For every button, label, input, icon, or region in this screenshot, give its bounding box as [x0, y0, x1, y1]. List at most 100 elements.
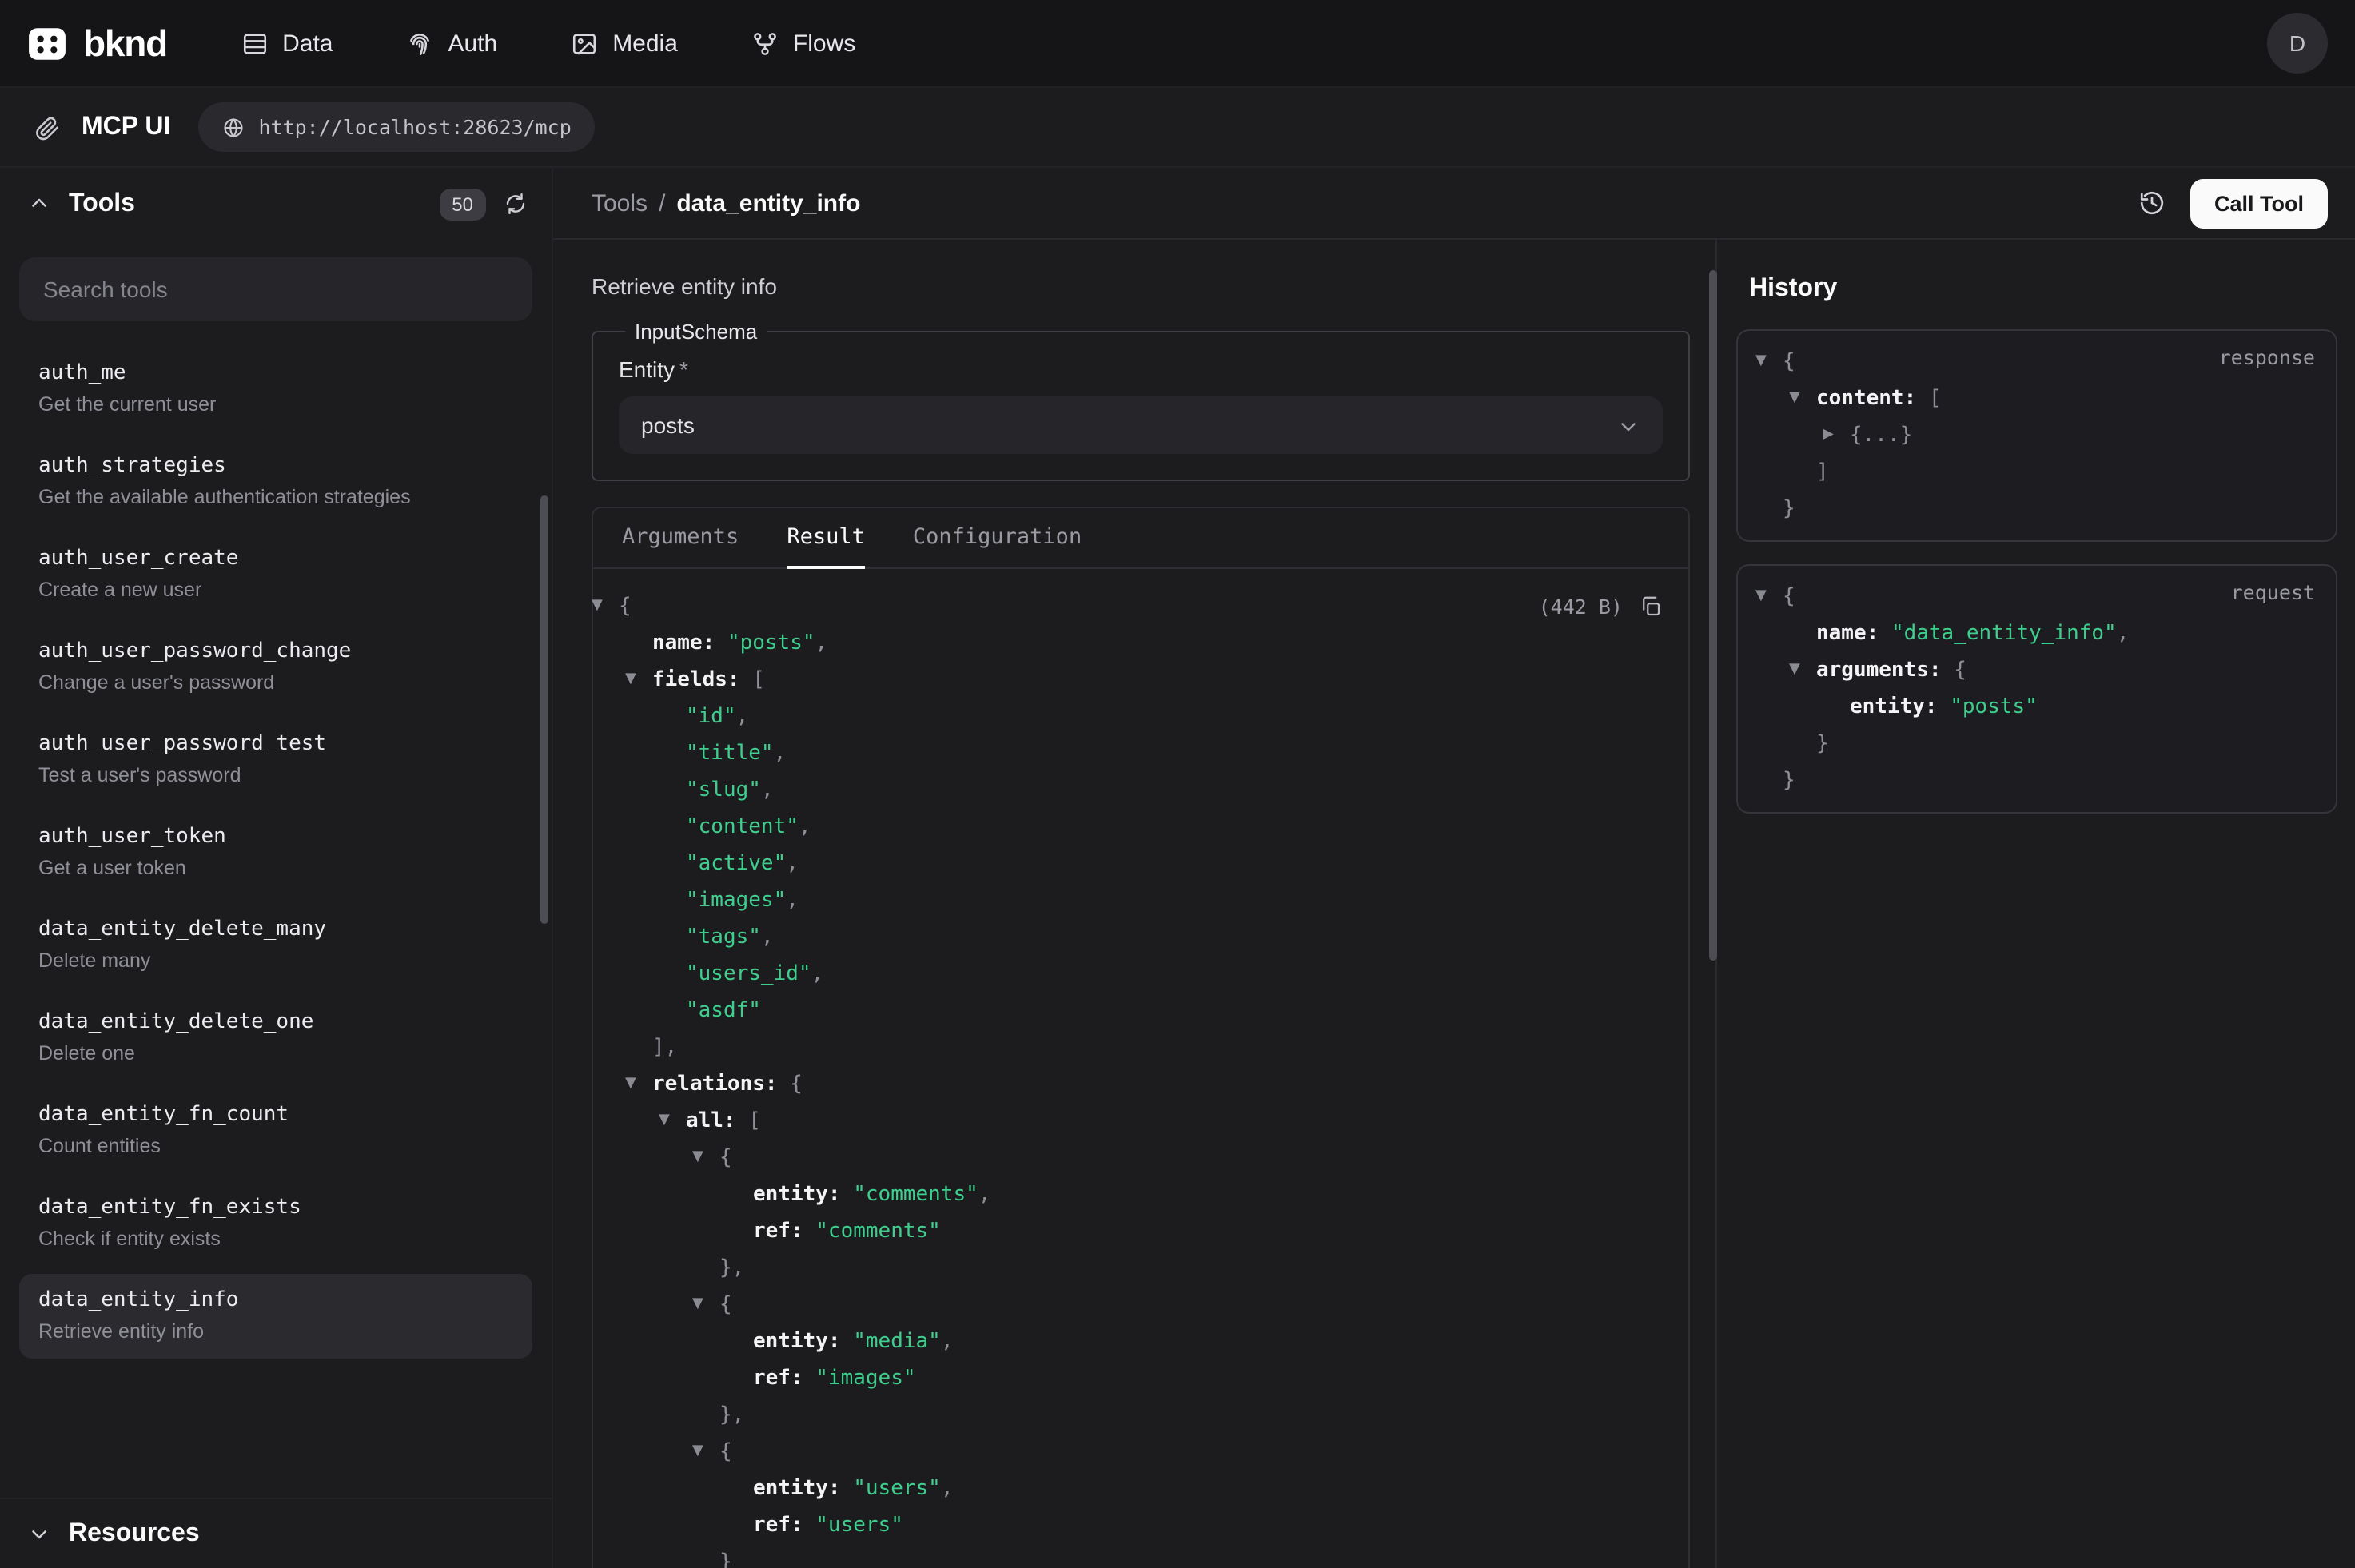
history-icon[interactable]	[2138, 189, 2166, 217]
json-token: ,	[736, 698, 749, 735]
expand-icon[interactable]: ▶	[1823, 417, 1850, 454]
json-token: ref:	[753, 1213, 815, 1250]
tool-item-description: Change a user's password	[38, 671, 513, 694]
result-tabs: Arguments Result Configuration	[593, 508, 1688, 569]
json-line: ▼relations: {	[593, 1066, 1663, 1103]
json-token: }	[719, 1544, 732, 1568]
refresh-icon[interactable]	[504, 192, 528, 216]
chevron-up-icon[interactable]	[27, 192, 51, 216]
nav-item-flows[interactable]: Flows	[751, 30, 855, 57]
tool-item-auth_user_password_test[interactable]: auth_user_password_testTest a user's pas…	[19, 718, 532, 802]
result-panel: ArgumentsResultConfiguration ▼{(442 B)na…	[592, 507, 1690, 1568]
nav-item-data[interactable]: Data	[241, 30, 333, 57]
json-token: entity:	[753, 1176, 853, 1213]
nav-item-auth[interactable]: Auth	[406, 30, 497, 57]
brand[interactable]: bknd	[27, 22, 167, 65]
json-line: "content",	[593, 809, 1663, 846]
json-line: name: "data_entity_info",	[1757, 615, 2317, 652]
image-icon	[571, 30, 598, 57]
json-token: {	[719, 1434, 732, 1470]
tool-item-name: data_entity_fn_count	[38, 1103, 513, 1127]
tool-item-description: Get a user token	[38, 857, 513, 879]
tool-item-auth_me[interactable]: auth_meGet the current user	[19, 347, 532, 432]
tab-arguments[interactable]: Arguments	[622, 508, 739, 569]
tool-item-data_entity_fn_count[interactable]: data_entity_fn_countCount entities	[19, 1088, 532, 1173]
tool-item-auth_user_token[interactable]: auth_user_token Get a user token	[19, 810, 532, 895]
fingerprint-icon	[406, 30, 433, 57]
collapse-icon[interactable]: ▼	[1755, 344, 1783, 380]
nav-item-media[interactable]: Media	[571, 30, 678, 57]
json-token: ,	[815, 625, 828, 662]
json-token: "users_id"	[686, 956, 811, 993]
collapse-icon[interactable]: ▼	[1789, 380, 1816, 417]
user-avatar[interactable]: D	[2267, 13, 2328, 74]
json-token: "posts"	[727, 625, 815, 662]
tools-section-header: Tools 50	[0, 168, 552, 240]
json-line: name: "posts",	[593, 625, 1663, 662]
mcp-ui-app: bknd DataAuthMediaFlows D MCP UI http://…	[0, 0, 2355, 1568]
main-scrollbar[interactable]	[1709, 270, 1717, 961]
history-entry-type: request	[2231, 580, 2315, 604]
collapse-icon[interactable]: ▼	[625, 1066, 652, 1103]
json-token: [	[752, 662, 765, 698]
tool-item-auth_user_create[interactable]: auth_user_createCreate a new user	[19, 532, 532, 617]
history-entry-response[interactable]: response▼{▼content: [▶{...}]}	[1736, 329, 2337, 542]
tool-item-name: auth_strategies	[38, 454, 513, 478]
history-title: History	[1749, 275, 2337, 304]
tool-list: auth_meGet the current userauth_strategi…	[0, 331, 552, 1498]
json-token: {	[1783, 344, 1795, 380]
tool-item-data_entity_fn_exists[interactable]: data_entity_fn_existsCheck if entity exi…	[19, 1181, 532, 1266]
json-token: ,	[774, 735, 787, 772]
json-token: entity:	[753, 1323, 853, 1360]
json-token: }	[1816, 726, 1829, 762]
json-line: "users_id",	[593, 956, 1663, 993]
history-entry-request[interactable]: request▼{name: "data_entity_info",▼argum…	[1736, 564, 2337, 814]
globe-icon	[221, 116, 244, 138]
collapse-icon[interactable]: ▼	[625, 662, 652, 698]
json-token: [	[748, 1103, 761, 1140]
tools-sidebar: Tools 50 auth_meGet the current userauth…	[0, 168, 553, 1568]
json-line: ref: "images"	[593, 1360, 1663, 1397]
json-token: name:	[652, 625, 727, 662]
tool-item-data_entity_delete_one[interactable]: data_entity_delete_oneDelete one	[19, 996, 532, 1080]
entity-select[interactable]: posts	[619, 396, 1663, 454]
collapse-icon[interactable]: ▼	[1755, 579, 1783, 615]
nav-items: Data Auth Media Flows	[241, 30, 2267, 57]
result-size: (442 B)	[1539, 588, 1623, 625]
call-tool-button[interactable]: Call Tool	[2190, 178, 2328, 228]
tools-count-badge: 50	[439, 188, 486, 220]
json-line: ▼arguments: {	[1757, 652, 2317, 689]
tool-item-data_entity_delete_many[interactable]: data_entity_delete_manyDelete many	[19, 903, 532, 988]
collapse-icon[interactable]: ▼	[692, 1434, 719, 1470]
tab-configuration[interactable]: Configuration	[913, 508, 1082, 569]
mcp-url-pill[interactable]: http://localhost:28623/mcp	[197, 102, 595, 152]
breadcrumb-current: data_entity_info	[676, 189, 860, 217]
resources-section-header[interactable]: Resources	[0, 1498, 552, 1568]
collapse-icon[interactable]: ▼	[692, 1287, 719, 1323]
json-line: }	[1757, 762, 2317, 799]
history-entry-type: response	[2219, 345, 2315, 369]
json-token: }	[1783, 762, 1795, 799]
tool-item-data_entity_info[interactable]: data_entity_infoRetrieve entity info	[19, 1274, 532, 1359]
collapse-icon[interactable]: ▼	[1789, 652, 1816, 689]
collapse-icon[interactable]: ▼	[692, 1140, 719, 1176]
json-line: ref: "comments"	[593, 1213, 1663, 1250]
json-token: },	[719, 1397, 744, 1434]
tool-item-auth_user_password_change[interactable]: auth_user_password_changeChange a user's…	[19, 625, 532, 710]
json-line: },	[593, 1397, 1663, 1434]
json-token: "slug"	[686, 772, 761, 809]
json-line: ▼content: [	[1757, 380, 2317, 417]
copy-icon[interactable]	[1639, 595, 1663, 619]
tool-item-auth_strategies[interactable]: auth_strategiesGet the available authent…	[19, 440, 532, 524]
collapse-icon[interactable]: ▼	[659, 1103, 686, 1140]
tool-item-name: auth_user_token	[38, 825, 513, 849]
json-token: {	[719, 1140, 732, 1176]
collapse-icon[interactable]: ▼	[592, 588, 619, 625]
json-line: "active",	[593, 846, 1663, 882]
search-tools-input[interactable]	[19, 257, 532, 321]
sidebar-scrollbar[interactable]	[540, 495, 548, 924]
json-token: "id"	[686, 698, 736, 735]
breadcrumb-root[interactable]: Tools	[592, 189, 648, 217]
tab-result[interactable]: Result	[787, 508, 865, 569]
json-token: "content"	[686, 809, 799, 846]
